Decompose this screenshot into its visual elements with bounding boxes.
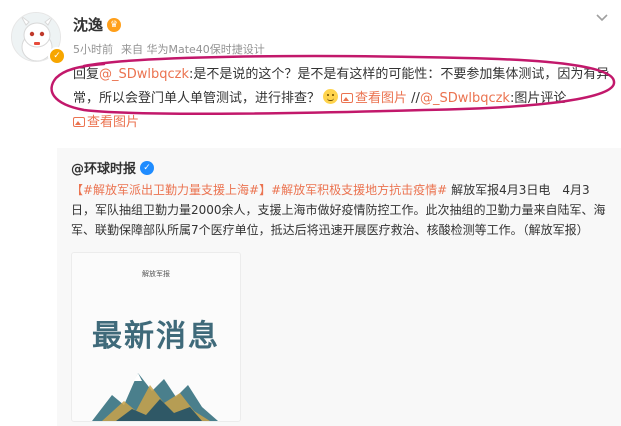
post-time[interactable]: 5小时前 bbox=[73, 41, 113, 57]
reply-prefix: 回复 bbox=[73, 67, 100, 82]
repost-author-row: @环球时报 ✓ bbox=[71, 158, 155, 177]
blue-verified-icon: ✓ bbox=[140, 160, 155, 175]
repost-text: 【#解放军派出卫勤力量支援上海#】#解放军积极支援地方抗击疫情# 解放军报4月3… bbox=[71, 180, 606, 240]
mention-link-2[interactable]: @_SDwlbqczk bbox=[420, 91, 510, 106]
thumb-brand: 解放军报 bbox=[142, 270, 170, 278]
post-text: 回复@_SDwlbqczk:是不是说的这个？是不是有这样的可能性：不要参加集体测… bbox=[73, 63, 613, 135]
post-body-2: :图片评论 bbox=[509, 91, 567, 106]
picture-icon bbox=[341, 93, 354, 103]
thumb-title: 最新消息 bbox=[92, 319, 220, 354]
view-image-link[interactable]: 查看图片 bbox=[341, 91, 407, 106]
topic-link-2[interactable]: #解放军积极支援地方抗击疫情# bbox=[271, 183, 447, 197]
view-image-label-2: 查看图片 bbox=[87, 115, 140, 130]
topic-link-1[interactable]: 【#解放军派出卫勤力量支援上海#】 bbox=[71, 183, 271, 197]
verified-badge-icon: ✓ bbox=[48, 47, 66, 65]
mountain-illustration bbox=[92, 373, 218, 421]
picture-icon bbox=[73, 117, 85, 127]
view-image-label: 查看图片 bbox=[355, 91, 408, 106]
crown-badge-icon[interactable]: ♛ bbox=[107, 17, 122, 32]
post-source: 来自 华为Mate40保时捷设计 bbox=[121, 43, 265, 56]
view-image-link-2[interactable]: 查看图片 bbox=[73, 115, 139, 130]
repost-card[interactable]: @环球时报 ✓ 【#解放军派出卫勤力量支援上海#】#解放军积极支援地方抗击疫情#… bbox=[57, 148, 621, 426]
mention-link[interactable]: @_SDwlbqczk bbox=[99, 67, 189, 82]
repost-author[interactable]: @环球时报 bbox=[71, 158, 136, 177]
repost-image[interactable]: 解放军报 最新消息 bbox=[71, 252, 241, 422]
repost-separator: // bbox=[407, 91, 420, 106]
smile-emoji-icon bbox=[323, 89, 339, 104]
post-meta: 5小时前 来自 华为Mate40保时捷设计 bbox=[73, 41, 265, 57]
post-header: 沈逸 ♛ bbox=[73, 14, 122, 35]
chevron-down-icon[interactable] bbox=[592, 8, 612, 28]
username[interactable]: 沈逸 bbox=[73, 14, 103, 35]
